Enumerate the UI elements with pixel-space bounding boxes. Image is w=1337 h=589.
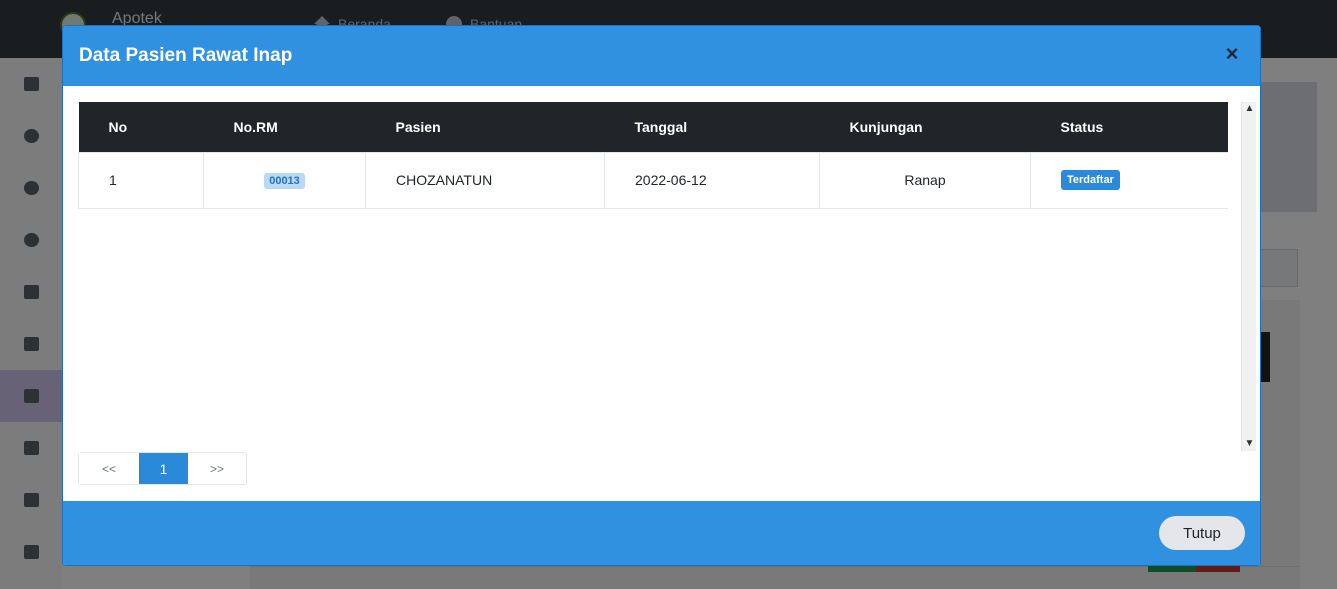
pagination-prev-button[interactable]: << bbox=[79, 453, 139, 484]
rm-badge: 00013 bbox=[264, 173, 305, 189]
cell-no-rm: 00013 bbox=[203, 151, 366, 209]
tutup-button[interactable]: Tutup bbox=[1159, 516, 1245, 550]
modal-title: Data Pasien Rawat Inap bbox=[79, 45, 293, 66]
pagination-next-button[interactable]: >> bbox=[188, 453, 246, 484]
rawat-inap-modal: Data Pasien Rawat Inap × No No.RM Pasien… bbox=[62, 25, 1261, 566]
column-header-no-rm[interactable]: No.RM bbox=[203, 102, 366, 152]
column-header-no[interactable]: No bbox=[78, 102, 204, 152]
cell-kunjungan: Ranap bbox=[819, 151, 1031, 209]
column-header-pasien[interactable]: Pasien bbox=[365, 102, 605, 152]
table-scrollbar[interactable]: ▲ ▼ bbox=[1241, 102, 1256, 451]
table-row[interactable]: 1 00013 CHOZANATUN 2022-06-12 Ranap Terd… bbox=[78, 151, 1228, 209]
status-badge: Terdaftar bbox=[1061, 170, 1120, 190]
pagination: << 1 >> bbox=[78, 452, 247, 485]
cell-pasien: CHOZANATUN bbox=[365, 151, 605, 209]
scroll-up-arrow-icon[interactable]: ▲ bbox=[1242, 102, 1257, 116]
scroll-down-arrow-icon[interactable]: ▼ bbox=[1242, 437, 1257, 451]
cell-status: Terdaftar bbox=[1030, 151, 1228, 209]
patient-table: No No.RM Pasien Tanggal Kunjungan Status… bbox=[78, 102, 1228, 209]
pagination-page-1[interactable]: 1 bbox=[139, 453, 188, 484]
modal-header: Data Pasien Rawat Inap × bbox=[63, 26, 1260, 86]
patient-table-container: No No.RM Pasien Tanggal Kunjungan Status… bbox=[78, 102, 1228, 452]
table-header-row: No No.RM Pasien Tanggal Kunjungan Status bbox=[78, 102, 1228, 152]
column-header-kunjungan[interactable]: Kunjungan bbox=[819, 102, 1031, 152]
modal-footer: Tutup bbox=[63, 501, 1260, 565]
cell-tanggal: 2022-06-12 bbox=[604, 151, 820, 209]
column-header-tanggal[interactable]: Tanggal bbox=[604, 102, 820, 152]
close-icon[interactable]: × bbox=[1220, 42, 1244, 66]
column-header-status[interactable]: Status bbox=[1030, 102, 1228, 152]
cell-no: 1 bbox=[78, 151, 204, 209]
